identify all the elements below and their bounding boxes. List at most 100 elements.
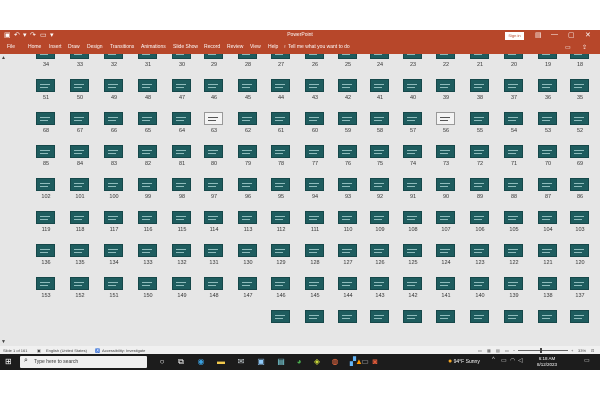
slide-thumbnail[interactable] <box>370 145 389 158</box>
slide-thumbnail[interactable] <box>305 277 324 290</box>
maximize-button[interactable]: ▢ <box>568 31 575 39</box>
slide-thumbnail[interactable] <box>36 277 55 290</box>
slide-thumbnail[interactable] <box>138 277 157 290</box>
slide-thumbnail[interactable] <box>36 178 55 191</box>
fit-to-window-icon[interactable]: ⊡ <box>591 348 594 353</box>
tab-record[interactable]: Record <box>204 44 220 50</box>
slide-thumbnail[interactable] <box>470 211 489 224</box>
slide-thumbnail[interactable] <box>70 112 89 125</box>
slide-thumbnail[interactable] <box>470 112 489 125</box>
slide-thumbnail[interactable] <box>172 79 191 92</box>
slide-thumbnail[interactable] <box>338 277 357 290</box>
slide-thumbnail[interactable] <box>104 277 123 290</box>
slide-thumbnail[interactable] <box>338 310 357 323</box>
slide-thumbnail[interactable] <box>104 112 123 125</box>
slide-thumbnail[interactable] <box>271 244 290 257</box>
slide-thumbnail[interactable] <box>204 178 223 191</box>
slide-thumbnail[interactable] <box>172 54 191 59</box>
slide-thumbnail[interactable] <box>204 277 223 290</box>
slide-thumbnail[interactable] <box>172 112 191 125</box>
tab-transitions[interactable]: Transitions <box>110 44 134 50</box>
slideshow-view-icon[interactable]: ▭ <box>505 348 509 353</box>
slide-thumbnail[interactable] <box>138 244 157 257</box>
slide-thumbnail[interactable] <box>138 112 157 125</box>
cortana-icon[interactable]: ○ <box>157 357 167 367</box>
tab-insert[interactable]: Insert <box>49 44 62 50</box>
slide-sorter-view-icon[interactable]: ▦ <box>487 348 491 353</box>
slide-thumbnail[interactable] <box>570 54 589 59</box>
photos-icon[interactable]: ▣ <box>256 357 266 367</box>
share-icon[interactable]: ⇪ <box>582 44 587 51</box>
slide-thumbnail[interactable] <box>172 211 191 224</box>
slide-thumbnail[interactable] <box>403 277 422 290</box>
tab-home[interactable]: Home <box>28 44 41 50</box>
slide-thumbnail[interactable] <box>104 178 123 191</box>
slide-thumbnail[interactable] <box>436 277 455 290</box>
zoom-out-icon[interactable]: − <box>513 348 515 353</box>
slide-thumbnail[interactable] <box>436 244 455 257</box>
slide-thumbnail[interactable] <box>305 244 324 257</box>
zoom-level[interactable]: 33% <box>578 348 586 353</box>
task-view-icon[interactable]: ⧉ <box>176 357 186 367</box>
slide-thumbnail[interactable] <box>271 145 290 158</box>
slide-thumbnail[interactable] <box>436 112 455 125</box>
slide-thumbnail[interactable] <box>104 54 123 59</box>
slide-thumbnail[interactable] <box>403 310 422 323</box>
powerpoint-icon[interactable]: ◙ <box>370 357 380 367</box>
sign-in-button[interactable]: Sign in <box>505 32 524 40</box>
slide-thumbnail[interactable] <box>370 244 389 257</box>
slide-thumbnail[interactable] <box>403 79 422 92</box>
slide-thumbnail[interactable] <box>305 310 324 323</box>
slide-thumbnail[interactable] <box>370 54 389 59</box>
slide-thumbnail[interactable] <box>338 211 357 224</box>
slide-thumbnail[interactable] <box>570 112 589 125</box>
slide-thumbnail[interactable] <box>305 79 324 92</box>
slide-thumbnail[interactable] <box>70 79 89 92</box>
slide-thumbnail[interactable] <box>470 54 489 59</box>
slide-thumbnail[interactable] <box>238 112 257 125</box>
slide-thumbnail[interactable] <box>504 178 523 191</box>
slide-thumbnail[interactable] <box>570 79 589 92</box>
slide-thumbnail[interactable] <box>204 211 223 224</box>
slide-thumbnail[interactable] <box>70 178 89 191</box>
slide-thumbnail[interactable] <box>204 54 223 59</box>
slide-thumbnail[interactable] <box>370 178 389 191</box>
slide-thumbnail[interactable] <box>570 145 589 158</box>
slide-thumbnail[interactable] <box>338 79 357 92</box>
slide-thumbnail[interactable] <box>70 244 89 257</box>
slide-thumbnail[interactable] <box>403 244 422 257</box>
slide-thumbnail[interactable] <box>172 178 191 191</box>
slide-thumbnail[interactable] <box>403 145 422 158</box>
slide-thumbnail[interactable] <box>504 211 523 224</box>
slide-thumbnail[interactable] <box>538 211 557 224</box>
slide-thumbnail[interactable] <box>138 145 157 158</box>
taskbar-search-box[interactable]: ⌕ Type here to search <box>20 356 147 368</box>
slide-thumbnail[interactable] <box>538 244 557 257</box>
slide-thumbnail[interactable] <box>436 310 455 323</box>
slide-thumbnail[interactable] <box>370 112 389 125</box>
ribbon-display-icon[interactable]: ▤ <box>535 31 542 39</box>
slide-thumbnail[interactable] <box>238 178 257 191</box>
tab-animations[interactable]: Animations <box>141 44 166 50</box>
close-button[interactable]: ✕ <box>585 31 591 39</box>
slide-thumbnail[interactable] <box>70 54 89 59</box>
explorer-icon[interactable]: ▬ <box>216 357 226 367</box>
slide-thumbnail[interactable] <box>204 79 223 92</box>
slide-thumbnail[interactable] <box>104 145 123 158</box>
slide-thumbnail[interactable] <box>370 277 389 290</box>
slide-thumbnail[interactable] <box>36 244 55 257</box>
slide-thumbnail[interactable] <box>238 211 257 224</box>
slide-thumbnail[interactable] <box>338 178 357 191</box>
slide-thumbnail[interactable] <box>470 277 489 290</box>
slide-thumbnail[interactable] <box>338 145 357 158</box>
slide-thumbnail[interactable] <box>271 79 290 92</box>
slide-thumbnail[interactable] <box>538 277 557 290</box>
slide-thumbnail[interactable] <box>138 178 157 191</box>
slide-thumbnail[interactable] <box>403 178 422 191</box>
slide-thumbnail[interactable] <box>70 211 89 224</box>
slide-thumbnail[interactable] <box>504 112 523 125</box>
slide-thumbnail[interactable] <box>570 178 589 191</box>
slide-thumbnail[interactable] <box>570 310 589 323</box>
slide-thumbnail[interactable] <box>271 277 290 290</box>
slide-thumbnail[interactable] <box>436 211 455 224</box>
